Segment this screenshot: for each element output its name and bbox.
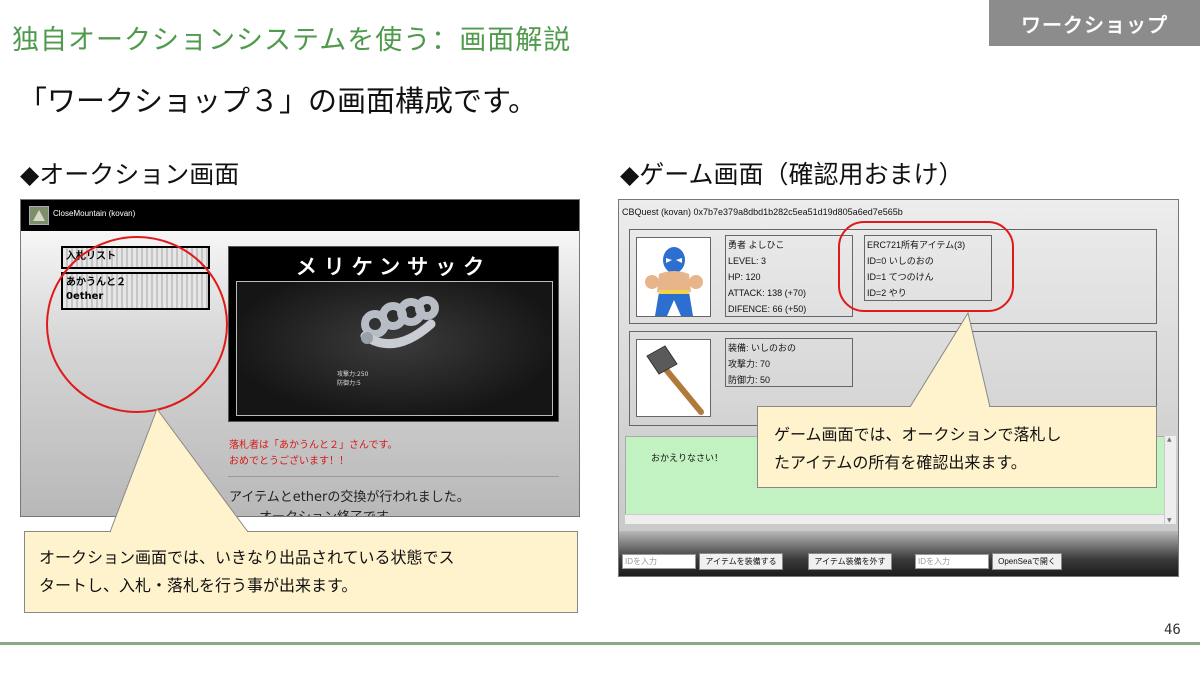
auction-callout: オークション画面では、いきなり出品されている状態でス タートし、入札・落札を行う… bbox=[24, 531, 578, 613]
auction-callout-line-2: タートし、入札・落札を行う事が出来ます。 bbox=[39, 576, 358, 595]
footer-line bbox=[0, 642, 1200, 645]
left-tail-join bbox=[111, 531, 247, 533]
right-callout-tail bbox=[909, 311, 991, 408]
page-number: 46 bbox=[1164, 622, 1181, 638]
right-tail-join bbox=[911, 406, 989, 408]
game-callout: ゲーム画面では、オークションで落札し たアイテムの所有を確認出来ます。 bbox=[757, 406, 1157, 488]
auction-callout-line-1: オークション画面では、いきなり出品されている状態でス bbox=[39, 548, 455, 567]
game-callout-line-1: ゲーム画面では、オークションで落札し bbox=[774, 425, 1062, 444]
left-callout-tail bbox=[109, 407, 249, 533]
game-callout-line-2: たアイテムの所有を確認出来ます。 bbox=[774, 453, 1027, 472]
